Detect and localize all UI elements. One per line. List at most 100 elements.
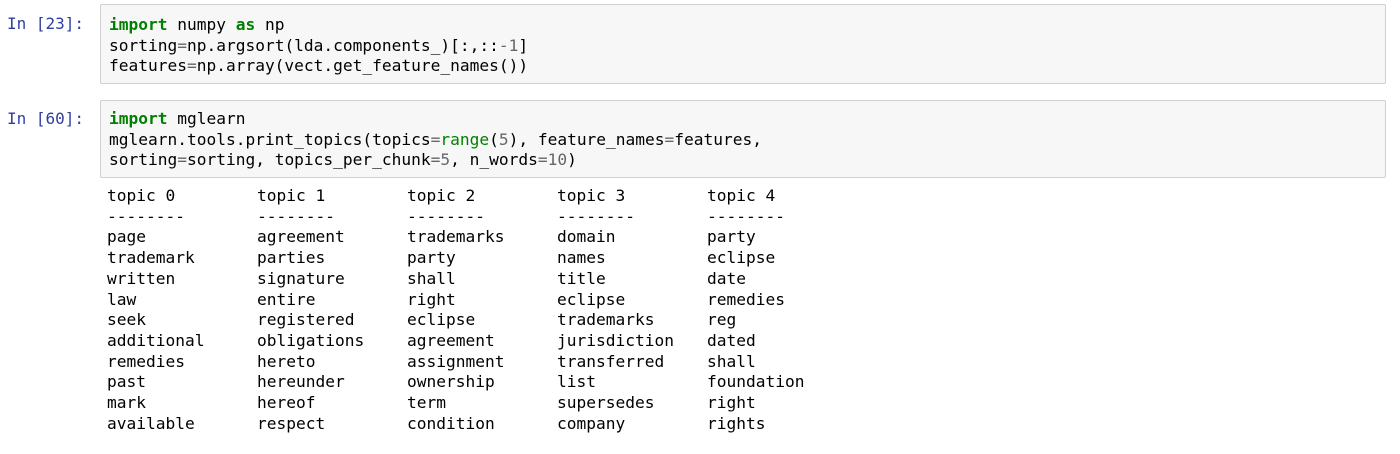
code-token: = bbox=[186, 56, 197, 76]
topic-word: available bbox=[107, 413, 195, 433]
code-token: as bbox=[235, 15, 256, 34]
code-token: 5 bbox=[440, 150, 451, 170]
topic-word: jurisdiction bbox=[557, 330, 674, 350]
topic-word: hereto bbox=[257, 351, 316, 371]
input-prompt: In [23]: bbox=[7, 14, 85, 33]
topic-word: assignment bbox=[407, 351, 505, 371]
code-line: sorting=sorting, topics_per_chunk=5, n_w… bbox=[109, 150, 762, 171]
topic-word: condition bbox=[407, 413, 495, 433]
topic-word: shall bbox=[707, 351, 756, 371]
topic-header: topic 2 bbox=[407, 186, 476, 205]
code-token: 5 bbox=[498, 129, 509, 149]
topic-column: topic 1 -------- agreement parties signature… bbox=[257, 186, 364, 434]
topic-column: topic 0 -------- page trademark written law se… bbox=[107, 186, 204, 434]
topic-separator: -------- bbox=[707, 206, 785, 226]
code-editor[interactable]: import mglearn mglearn.tools.print_topics… bbox=[109, 109, 762, 171]
code-token: ) bbox=[567, 150, 577, 170]
topic-word: title bbox=[557, 268, 606, 288]
topic-word: rights bbox=[707, 413, 766, 433]
topic-header: topic 4 bbox=[707, 186, 776, 205]
code-editor[interactable]: import numpy as np sorting=np.argsort(lda… bbox=[109, 15, 528, 77]
code-token: import bbox=[109, 109, 168, 128]
topic-column: topic 2 -------- trademarks party shall right… bbox=[407, 186, 504, 434]
code-token: np.array(vect.get_feature_names()) bbox=[196, 56, 529, 76]
code-line: features=np.array(vect.get_feature_names… bbox=[109, 56, 528, 77]
topic-word: foundation bbox=[707, 372, 805, 392]
code-input-area[interactable]: import numpy as np sorting=np.argsort(lda… bbox=[100, 4, 1386, 84]
topic-word: past bbox=[107, 372, 146, 392]
topic-word: law bbox=[107, 289, 137, 309]
topic-word: trademark bbox=[107, 248, 195, 268]
code-token: import bbox=[109, 15, 168, 34]
topic-word: transferred bbox=[557, 351, 665, 371]
topic-word: eclipse bbox=[707, 248, 776, 268]
code-token: features, bbox=[674, 129, 762, 149]
topic-column: topic 4 -------- party eclipse date remedies r… bbox=[707, 186, 804, 434]
code-token: sorting bbox=[109, 150, 178, 170]
topic-header: topic 1 bbox=[257, 186, 326, 205]
code-token: features bbox=[109, 56, 187, 76]
code-token: = bbox=[664, 129, 675, 149]
topic-word: trademarks bbox=[407, 227, 505, 247]
code-line: import mglearn bbox=[109, 109, 762, 130]
code-line: import numpy as np bbox=[109, 15, 528, 36]
topic-word: remedies bbox=[707, 289, 785, 309]
topic-word: names bbox=[557, 248, 606, 268]
topic-word: reg bbox=[707, 310, 737, 330]
topic-word: written bbox=[107, 268, 176, 288]
topic-word: agreement bbox=[407, 330, 495, 350]
topic-separator: -------- bbox=[557, 206, 635, 226]
code-token: mglearn bbox=[167, 109, 246, 128]
topic-word: eclipse bbox=[407, 310, 476, 330]
code-token: = bbox=[177, 150, 187, 170]
code-token: , n_words bbox=[450, 150, 538, 170]
code-token: sorting bbox=[109, 35, 178, 55]
topic-word: remedies bbox=[107, 351, 185, 371]
topic-word: agreement bbox=[257, 227, 345, 247]
topic-word: registered bbox=[257, 310, 355, 330]
topic-word: ownership bbox=[407, 372, 495, 392]
topic-header: topic 3 bbox=[557, 186, 626, 205]
code-token: sorting, topics_per_chunk bbox=[186, 150, 431, 170]
code-token: range bbox=[440, 129, 490, 149]
topic-word: right bbox=[407, 289, 456, 309]
topic-separator: -------- bbox=[407, 206, 485, 226]
topic-word: parties bbox=[257, 248, 326, 268]
code-line: mglearn.tools.print_topics(topics=range(… bbox=[109, 130, 762, 151]
code-input-area[interactable]: import mglearn mglearn.tools.print_topics… bbox=[100, 100, 1386, 178]
code-token: np bbox=[255, 15, 285, 34]
topic-word: page bbox=[107, 227, 146, 247]
topic-word: list bbox=[557, 372, 596, 392]
topic-word: additional bbox=[107, 330, 205, 350]
code-token: = bbox=[537, 150, 548, 170]
topic-word: entire bbox=[257, 289, 316, 309]
code-token: -1 bbox=[498, 35, 519, 55]
topic-word: right bbox=[707, 393, 756, 413]
topic-word: seek bbox=[107, 310, 146, 330]
topic-word: hereunder bbox=[257, 372, 345, 392]
topic-column: topic 3 -------- domain names title eclipse tr… bbox=[557, 186, 674, 434]
topic-word: supersedes bbox=[557, 393, 655, 413]
code-line: sorting=np.argsort(lda.components_)[:,::… bbox=[109, 36, 528, 57]
topic-word: signature bbox=[257, 268, 345, 288]
code-token: ] bbox=[518, 35, 529, 55]
topic-word: party bbox=[407, 248, 456, 268]
topic-word: company bbox=[557, 413, 626, 433]
code-token: = bbox=[177, 35, 187, 55]
topic-word: obligations bbox=[257, 330, 365, 350]
code-token: numpy bbox=[167, 15, 236, 34]
topic-word: domain bbox=[557, 227, 616, 247]
topic-word: date bbox=[707, 268, 746, 288]
topic-word: term bbox=[407, 393, 446, 413]
code-token: = bbox=[430, 129, 441, 149]
topic-header: topic 0 bbox=[107, 186, 176, 205]
topic-word: respect bbox=[257, 413, 326, 433]
code-token: ), feature_names bbox=[508, 129, 665, 149]
topic-word: dated bbox=[707, 330, 756, 350]
topic-word: hereof bbox=[257, 393, 316, 413]
code-token: np.argsort(lda.components_)[:,:: bbox=[186, 35, 499, 55]
code-token: mglearn.tools.print_topics(topics bbox=[109, 129, 431, 149]
topic-word: trademarks bbox=[557, 310, 655, 330]
code-token: 10 bbox=[547, 150, 568, 170]
topic-word: party bbox=[707, 227, 756, 247]
